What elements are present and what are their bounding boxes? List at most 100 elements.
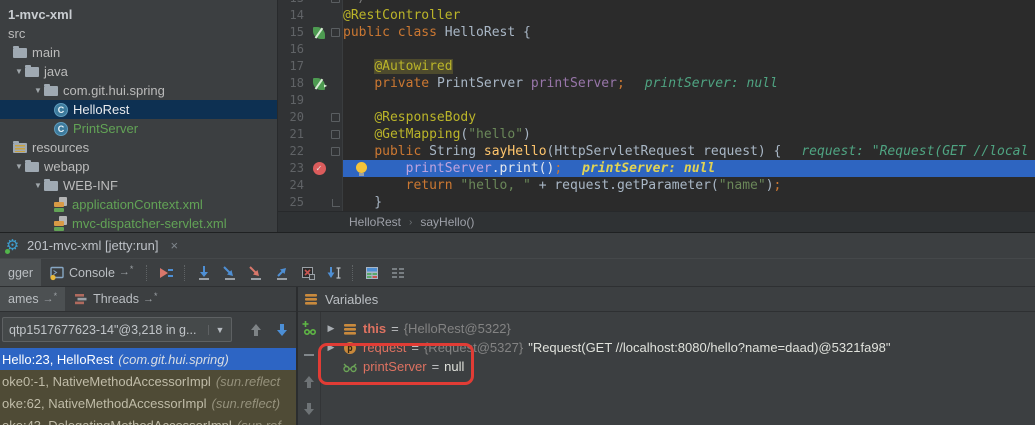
fold-marker-icon[interactable] — [331, 0, 340, 3]
tree-item-com-git-hui-spring[interactable]: ▼com.git.hui.spring — [0, 81, 277, 100]
parameter-icon: p — [342, 340, 358, 356]
tree-expand-arrow-icon[interactable]: ▼ — [13, 67, 25, 76]
evaluate-expression-icon[interactable] — [364, 265, 380, 281]
force-step-into-icon[interactable] — [248, 265, 264, 281]
code-token: } — [343, 195, 382, 210]
variable-expand-arrow-icon[interactable]: ▶ — [325, 342, 337, 353]
tree-expand-arrow-icon[interactable]: ▼ — [32, 181, 44, 190]
breakpoint-icon[interactable] — [313, 162, 326, 175]
frame-text: oke:43, DelegatingMethodAccessorImpl — [2, 418, 232, 425]
spring-autowired-icon[interactable] — [313, 78, 325, 90]
run-to-cursor-icon[interactable] — [326, 265, 342, 281]
inline-debugger-hint: request: "Request(GET //local — [801, 144, 1028, 159]
breadcrumb-item[interactable]: HelloRest — [349, 215, 401, 229]
code-line[interactable]: @Autowired — [343, 58, 1035, 75]
code-line[interactable]: @ResponseBody — [343, 109, 1035, 126]
add-watch-icon[interactable] — [301, 320, 317, 336]
step-into-icon[interactable] — [222, 265, 238, 281]
variable-row[interactable]: ▶this={HelloRest@5322} — [321, 319, 1035, 338]
fold-marker-icon[interactable] — [331, 147, 340, 156]
tree-item-web-inf[interactable]: ▼WEB-INF — [0, 176, 277, 195]
close-icon[interactable]: × — [170, 238, 178, 253]
fold-end-icon[interactable] — [332, 199, 340, 207]
tree-item-java[interactable]: ▼java — [0, 62, 277, 81]
tab-debugger[interactable]: gger — [0, 259, 41, 286]
project-tree: 1-mvc-xml srcmain▼java▼com.git.hui.spring… — [0, 5, 277, 232]
tree-item-webapp[interactable]: ▼webapp — [0, 157, 277, 176]
tree-item-1-mvc-xml[interactable]: 1-mvc-xml — [0, 5, 277, 24]
gutter-icon-slot — [309, 58, 329, 75]
code-line[interactable]: @GetMapping("hello") — [343, 126, 1035, 143]
code-line[interactable]: public String sayHello(HttpServletReques… — [343, 143, 1035, 160]
editor-line-20: 20 @ResponseBody — [278, 109, 1035, 126]
code-line[interactable]: @RestController — [343, 7, 1035, 24]
editor-line-17: 17 @Autowired — [278, 58, 1035, 75]
code-line[interactable]: return "hello, " + request.getParameter(… — [343, 177, 1035, 194]
stack-frame-row[interactable]: oke:43, DelegatingMethodAccessorImpl(sun… — [0, 414, 296, 425]
show-execution-point-icon[interactable] — [158, 265, 174, 281]
code-line[interactable]: private PrintServer printServer;printSer… — [343, 75, 1035, 92]
tree-item-resources[interactable]: resources — [0, 138, 277, 157]
tree-expand-arrow-icon[interactable]: ▼ — [13, 162, 25, 171]
code-token: ; — [554, 161, 562, 176]
intention-bulb-icon[interactable] — [356, 162, 367, 173]
remove-watch-icon[interactable] — [301, 347, 317, 363]
move-down-icon[interactable] — [301, 401, 317, 417]
stack-frame-row[interactable]: Hello:23, HelloRest(com.git.hui.spring) — [0, 348, 296, 370]
tree-item-label: 1-mvc-xml — [8, 7, 72, 22]
code-token: @GetMapping — [374, 127, 460, 142]
code-line[interactable]: */ — [343, 0, 1035, 7]
variable-name: request — [363, 340, 406, 355]
line-number: 19 — [278, 92, 309, 109]
tree-expand-arrow-icon[interactable]: ▼ — [32, 86, 44, 95]
tree-item-main[interactable]: main — [0, 43, 277, 62]
stack-frame-row[interactable]: oke:62, NativeMethodAccessorImpl(sun.ref… — [0, 392, 296, 414]
stack-frame-row[interactable]: oke0:-1, NativeMethodAccessorImpl(sun.re… — [0, 370, 296, 392]
tab-options-icon: →* — [119, 267, 134, 278]
breadcrumb-item[interactable]: sayHello() — [420, 215, 474, 229]
tab-threads[interactable]: Threads →* — [65, 287, 165, 311]
fold-marker-icon[interactable] — [331, 130, 340, 139]
tree-item-printserver[interactable]: PrintServer — [0, 119, 277, 138]
fold-marker-icon[interactable] — [331, 113, 340, 122]
step-over-icon[interactable] — [196, 265, 212, 281]
tree-item-label: PrintServer — [73, 121, 138, 136]
editor-line-23: 23 printServer.print();printServer: null — [278, 160, 1035, 177]
code-line[interactable] — [343, 92, 1035, 109]
thread-dropdown-value: qtp1517677623-14"@3,218 in g... — [3, 323, 208, 337]
variable-expand-arrow-icon[interactable]: ▶ — [325, 323, 337, 334]
line-number: 25 — [278, 194, 309, 211]
drop-frame-icon[interactable] — [300, 265, 316, 281]
tab-console[interactable]: Console →* — [41, 259, 141, 286]
code-editor[interactable]: 13 */14@RestController15public class Hel… — [278, 0, 1035, 232]
code-line[interactable] — [343, 41, 1035, 58]
tab-frames[interactable]: ames →* — [0, 287, 65, 311]
move-up-icon[interactable] — [301, 374, 317, 390]
inline-debugger-hint: printServer: null — [645, 76, 778, 91]
layout-settings-icon[interactable] — [390, 265, 406, 281]
frame-down-icon[interactable] — [274, 322, 290, 338]
code-token: @RestController — [343, 8, 460, 23]
tree-item-label: applicationContext.xml — [72, 197, 203, 212]
tab-threads-label: Threads — [93, 292, 139, 306]
tree-item-applicationcontext-xml[interactable]: applicationContext.xml — [0, 195, 277, 214]
code-line[interactable]: public class HelloRest { — [343, 24, 1035, 41]
spring-bean-icon[interactable] — [313, 27, 325, 39]
tree-item-mvc-dispatcher-servlet-xml[interactable]: mvc-dispatcher-servlet.xml — [0, 214, 277, 232]
tree-item-src[interactable]: src — [0, 24, 277, 43]
variable-row[interactable]: ▶prequest={Request@5327}"Request(GET //l… — [321, 338, 1035, 357]
fold-marker-icon[interactable] — [331, 28, 340, 37]
thread-dropdown[interactable]: qtp1517677623-14"@3,218 in g... ▼ — [2, 317, 232, 342]
gutter-icon-slot — [309, 41, 329, 58]
step-out-icon[interactable] — [274, 265, 290, 281]
this-icon — [342, 321, 358, 337]
tree-item-label: HelloRest — [73, 102, 129, 117]
code-line[interactable]: printServer.print();printServer: null — [343, 160, 1035, 177]
chevron-down-icon[interactable]: ▼ — [208, 325, 231, 335]
variable-row[interactable]: printServer=null — [321, 357, 1035, 376]
gutter-icon-slot — [309, 24, 329, 41]
fold-marker-slot — [329, 92, 343, 109]
code-line[interactable]: } — [343, 194, 1035, 211]
frame-up-icon[interactable] — [248, 322, 264, 338]
tree-item-hellorest[interactable]: HelloRest — [0, 100, 277, 119]
